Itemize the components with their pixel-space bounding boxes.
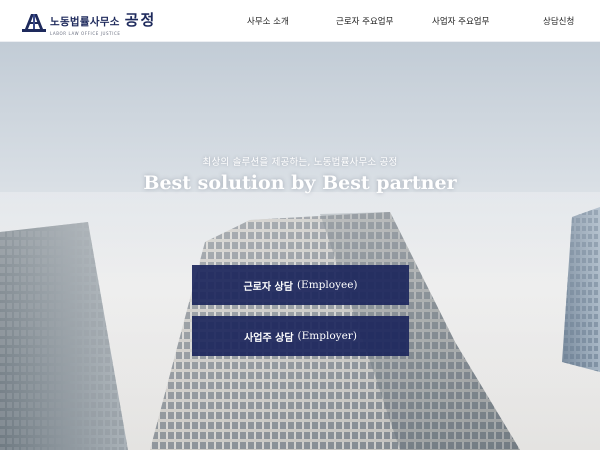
scales-logo-icon	[22, 13, 46, 32]
nav-item-employer-services[interactable]: 사업자 주요업무	[432, 15, 489, 27]
logo-name: 노동법률사무소	[50, 16, 120, 28]
logo-text: 노동법률사무소 공정 LABOR LAW OFFICE JUSTICE	[50, 9, 156, 36]
employee-consultation-button[interactable]: 근로자 상담 (Employee)	[192, 265, 409, 305]
employer-consultation-label-en: (Employer)	[297, 330, 357, 342]
hero-section: 최상의 솔루션을 제공하는, 노동법률사무소 공정 Best solution …	[0, 42, 600, 450]
nav-item-employee-services[interactable]: 근로자 주요업무	[336, 15, 393, 27]
logo-brand: 공정	[124, 11, 157, 29]
hero-title: Best solution by Best partner	[143, 172, 457, 194]
hero-building-image	[0, 42, 600, 450]
employee-consultation-label: 근로자 상담	[243, 281, 293, 293]
employee-consultation-label-en: (Employee)	[296, 279, 358, 291]
nav-item-consultation[interactable]: 상담신청	[543, 15, 574, 27]
site-header: 노동법률사무소 공정 LABOR LAW OFFICE JUSTICE 사무소 …	[0, 0, 600, 42]
hero-tagline-korean: 최상의 솔루션을 제공하는, 노동법률사무소 공정	[202, 157, 398, 168]
employer-consultation-button[interactable]: 사업주 상담 (Employer)	[192, 316, 409, 356]
employer-consultation-label: 사업주 상담	[244, 332, 294, 344]
nav-item-about[interactable]: 사무소 소개	[247, 15, 289, 27]
logo-subtitle: LABOR LAW OFFICE JUSTICE	[50, 31, 121, 36]
logo[interactable]: 노동법률사무소 공정 LABOR LAW OFFICE JUSTICE	[22, 9, 156, 36]
